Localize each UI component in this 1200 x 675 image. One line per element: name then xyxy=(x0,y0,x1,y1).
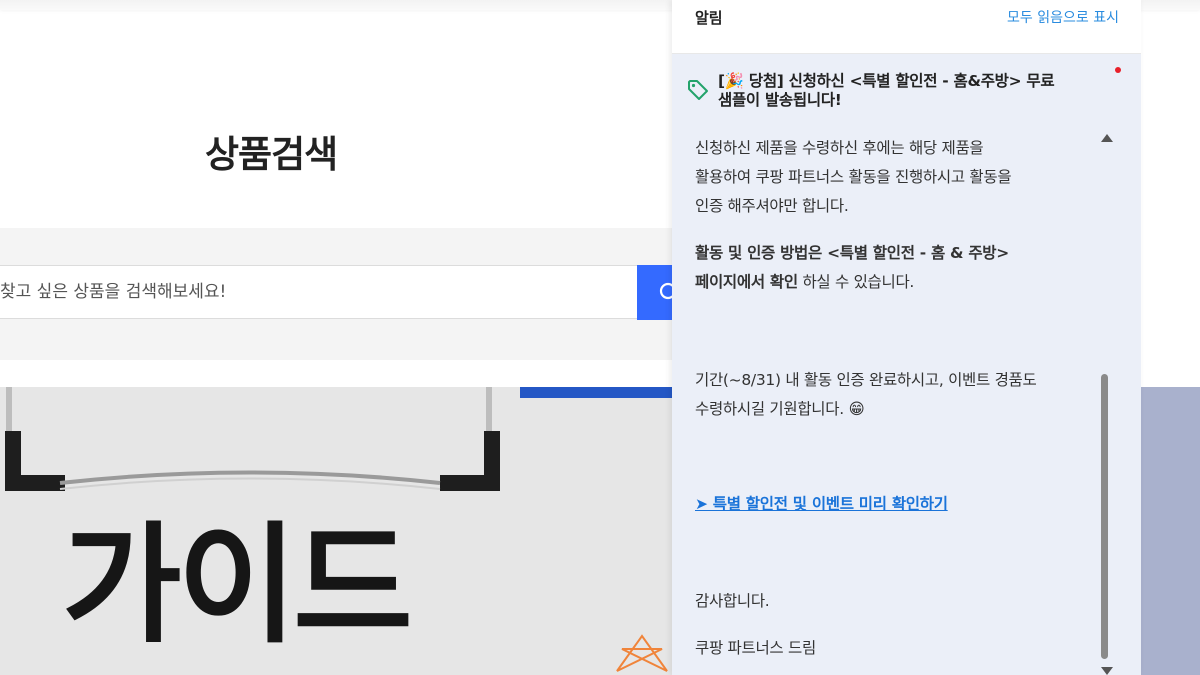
tag-icon xyxy=(688,80,708,100)
notification-item[interactable]: [🎉 당첨] 신청하신 <특별 할인전 - 홈&주방> 무료 샘플이 발송됩니다… xyxy=(672,54,1141,675)
search-button[interactable] xyxy=(637,265,677,320)
scrollbar-thumb[interactable] xyxy=(1101,374,1108,659)
body-p2-line1: 활동 및 인증 방법은 <특별 할인전 - 홈 & 주방> xyxy=(695,244,1009,262)
banner-accent-bar xyxy=(520,387,672,398)
body-p2-line2-rest: 하실 수 있습니다. xyxy=(797,273,915,291)
body-p2-line2: 페이지에서 확인 하실 수 있습니다. xyxy=(695,268,914,297)
scroll-up-arrow-icon[interactable] xyxy=(1101,134,1113,142)
scroll-down-arrow-icon[interactable] xyxy=(1101,667,1113,675)
notification-header: 알림 모두 읽음으로 표시 xyxy=(672,0,1141,54)
body-p3-line1: 기간(~8/31) 내 활동 인증 완료하시고, 이벤트 경품도 xyxy=(695,371,1037,389)
notification-subject: [🎉 당첨] 신청하신 <특별 할인전 - 홈&주방> 무료 샘플이 발송됩니다… xyxy=(718,72,1103,110)
notification-scrollbar[interactable] xyxy=(1097,134,1113,675)
body-p1-line1: 신청하신 제품을 수령하신 후에는 해당 제품을 xyxy=(695,139,984,157)
event-preview-link[interactable]: ➤ 특별 할인전 및 이벤트 미리 확인하기 xyxy=(695,490,948,519)
subject-line-1: [🎉 당첨] 신청하신 <특별 할인전 - 홈&주방> 무료 xyxy=(718,72,1055,90)
search-input[interactable] xyxy=(0,266,630,318)
body-thanks: 감사합니다. xyxy=(695,592,770,610)
body-p2-line2-bold: 페이지에서 확인 xyxy=(695,273,798,291)
page-title: 상품검색 xyxy=(205,133,338,176)
subject-line-2: 샘플이 발송됩니다! xyxy=(718,91,842,109)
star-doodle-icon xyxy=(616,634,668,672)
body-p1-line2: 활용하여 쿠팡 파트너스 활동을 진행하시고 활동을 xyxy=(695,168,1012,186)
banner-title: 가이드 xyxy=(62,509,413,661)
body-signature: 쿠팡 파트너스 드림 xyxy=(695,639,816,657)
right-side-background xyxy=(1141,387,1200,675)
unread-indicator xyxy=(1115,67,1121,73)
body-p1-line3: 인증 해주셔야만 합니다. xyxy=(695,197,849,215)
notification-body: 신청하신 제품을 수령하신 후에는 해당 제품을 활용하여 쿠팡 파트너스 활동… xyxy=(672,132,1122,672)
notification-title: 알림 xyxy=(695,9,723,27)
notification-panel: 알림 모두 읽음으로 표시 [🎉 당첨] 신청하신 <특별 할인전 - 홈&주방… xyxy=(672,0,1141,675)
mark-all-read-link[interactable]: 모두 읽음으로 표시 xyxy=(1007,7,1119,27)
body-p3-line2: 수령하시길 기원합니다. 😁 xyxy=(695,400,865,418)
search-box xyxy=(0,265,640,319)
